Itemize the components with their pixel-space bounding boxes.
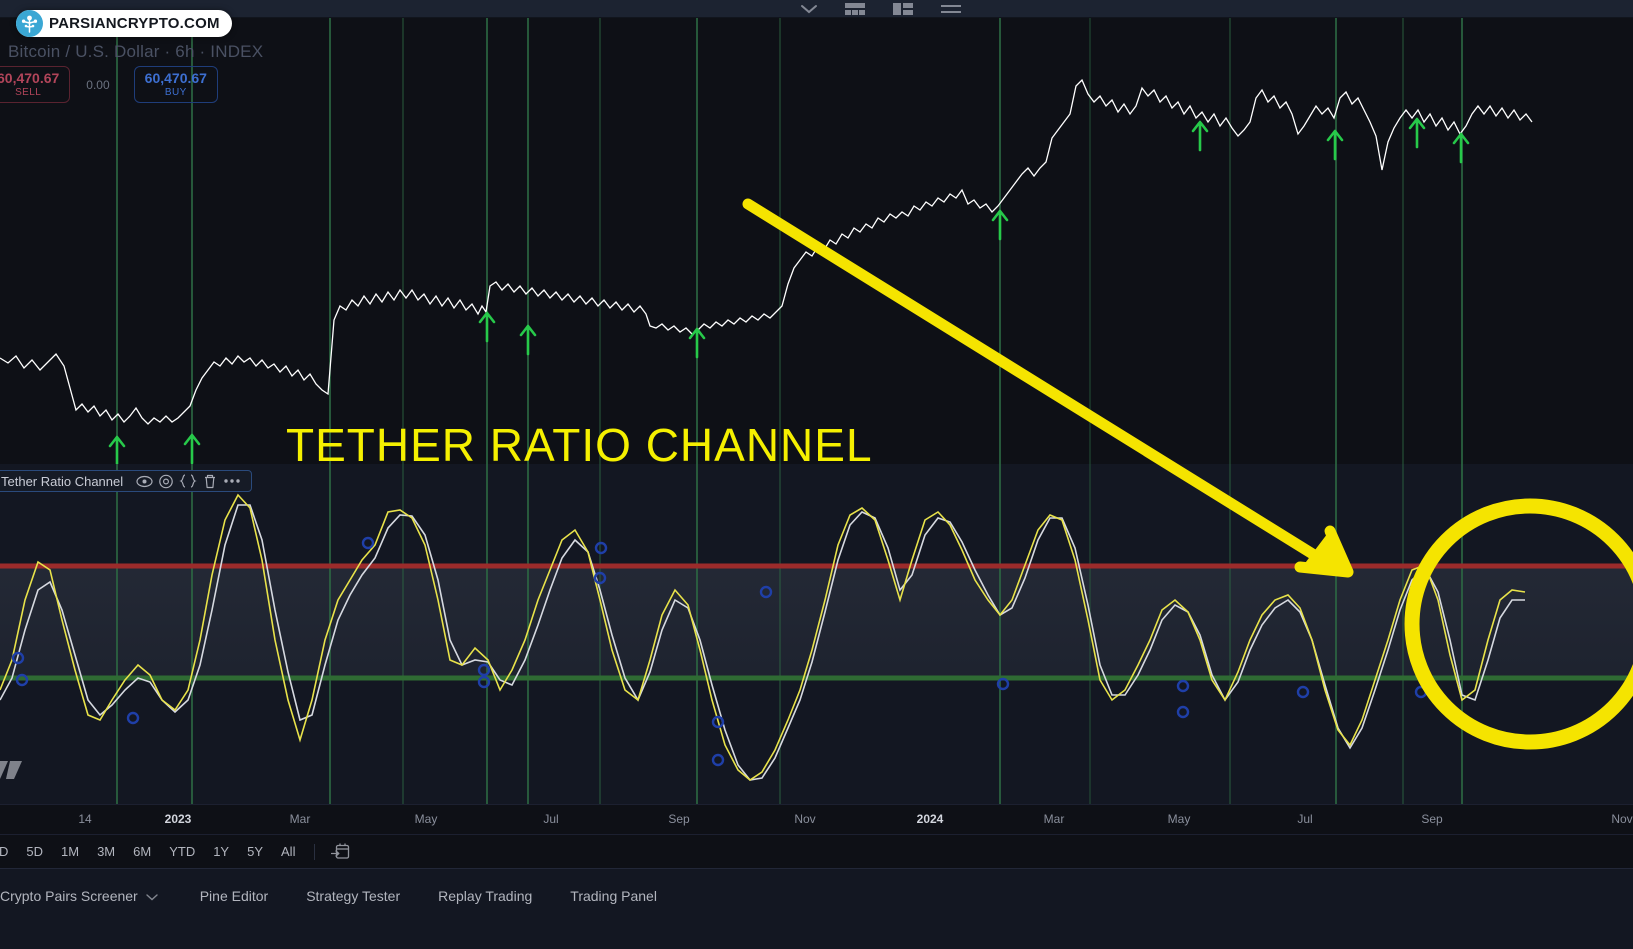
- time-tick: Nov: [794, 812, 816, 826]
- tradingview-chart-app: Bitcoin / U.S. Dollar · 6h · INDEX 60,47…: [0, 0, 1633, 949]
- buy-price: 60,470.67: [144, 70, 207, 86]
- bottom-item-crypto-pairs-screener[interactable]: Crypto Pairs Screener: [0, 883, 170, 909]
- more-options-icon[interactable]: [221, 472, 243, 490]
- time-tick: Mar: [289, 812, 311, 826]
- range-button-all[interactable]: All: [272, 841, 304, 862]
- chevron-down-icon[interactable]: [800, 3, 818, 15]
- session-lines-price: [116, 18, 1463, 464]
- session-lines-osc: [116, 464, 1463, 804]
- buy-label: BUY: [164, 87, 187, 98]
- crossover-markers: [11, 536, 1428, 767]
- time-axis[interactable]: 14 2023 Mar May Jul Sep Nov 2024 Mar May…: [0, 804, 1633, 834]
- time-tick: Jul: [543, 812, 559, 826]
- bottom-item-trading-panel[interactable]: Trading Panel: [558, 883, 669, 909]
- sell-price: 60,470.67: [0, 70, 60, 86]
- time-tick: 2023: [164, 812, 192, 826]
- oscillator-pane[interactable]: [0, 464, 1633, 804]
- chevron-down-icon[interactable]: [146, 888, 158, 904]
- range-button-ytd[interactable]: YTD: [160, 841, 204, 862]
- bottom-item-label: Crypto Pairs Screener: [0, 888, 138, 904]
- range-button-d[interactable]: D: [0, 841, 17, 862]
- bottom-toolbar: Crypto Pairs Screener Pine Editor Strate…: [0, 868, 1633, 949]
- bottom-item-strategy-tester[interactable]: Strategy Tester: [294, 883, 412, 909]
- delete-icon[interactable]: [199, 472, 221, 490]
- sell-label: SELL: [15, 87, 42, 98]
- settings-icon[interactable]: [155, 472, 177, 490]
- btc-price-line: [0, 78, 1533, 425]
- price-chart-svg: [0, 18, 1533, 464]
- bottom-item-pine-editor[interactable]: Pine Editor: [188, 883, 280, 909]
- range-button-6m[interactable]: 6M: [124, 841, 160, 862]
- range-button-5y[interactable]: 5Y: [238, 841, 272, 862]
- ratio-fast-line: [0, 493, 1526, 781]
- channel-fill: [0, 566, 1633, 678]
- buy-button[interactable]: 60,470.67 BUY: [133, 66, 218, 103]
- top-bar: [0, 0, 1633, 18]
- time-tick: 14: [78, 812, 92, 826]
- time-tick: Sep: [668, 812, 690, 826]
- watermark-text: PARSIANCRYPTO.COM: [49, 15, 220, 32]
- site-watermark: PARSIANCRYPTO.COM: [16, 10, 232, 37]
- annotation-title: TETHER RATIO CHANNEL: [286, 419, 873, 471]
- quote-row: 60,470.67 SELL 0.00 60,470.67 BUY: [0, 66, 218, 103]
- spread-value: 0.00: [86, 77, 110, 92]
- layout-grid-icon[interactable]: [844, 2, 866, 16]
- top-bar-icon-group: [800, 0, 962, 18]
- toolbar-divider: [314, 843, 316, 860]
- bottom-item-replay-trading[interactable]: Replay Trading: [426, 883, 544, 909]
- time-tick: May: [1167, 812, 1191, 826]
- indicator-legend[interactable]: Tether Ratio Channel: [0, 470, 253, 492]
- menu-icon[interactable]: [940, 3, 962, 15]
- symbol-title: Bitcoin / U.S. Dollar · 6h · INDEX: [8, 42, 264, 61]
- time-tick: Mar: [1043, 812, 1065, 826]
- range-button-1y[interactable]: 1Y: [204, 841, 238, 862]
- source-code-icon[interactable]: [177, 472, 199, 490]
- oscillator-svg: [0, 464, 1633, 804]
- time-tick: Sep: [1421, 812, 1443, 826]
- sell-button[interactable]: 60,470.67 SELL: [0, 66, 71, 103]
- buy-signal-arrows: [108, 117, 1470, 464]
- layout-split-icon[interactable]: [892, 2, 914, 16]
- tradingview-logo-icon: [0, 759, 30, 786]
- tree-logo-icon: [16, 10, 43, 37]
- time-tick: 2024: [916, 812, 944, 826]
- range-toolbar: D 5D 1M 3M 6M YTD 1Y 5Y All: [0, 834, 1633, 868]
- range-button-3m[interactable]: 3M: [88, 841, 124, 862]
- time-tick: May: [414, 812, 438, 826]
- time-tick: Jul: [1297, 812, 1313, 826]
- ratio-slow-line: [0, 504, 1525, 781]
- range-button-5d[interactable]: 5D: [17, 841, 52, 862]
- eye-icon[interactable]: [133, 472, 155, 490]
- price-chart-pane[interactable]: Bitcoin / U.S. Dollar · 6h · INDEX 60,47…: [0, 18, 1633, 464]
- range-button-1m[interactable]: 1M: [52, 841, 88, 862]
- goto-date-icon[interactable]: [325, 842, 356, 861]
- time-tick: Nov: [1611, 812, 1633, 826]
- indicator-name: Tether Ratio Channel: [1, 473, 124, 489]
